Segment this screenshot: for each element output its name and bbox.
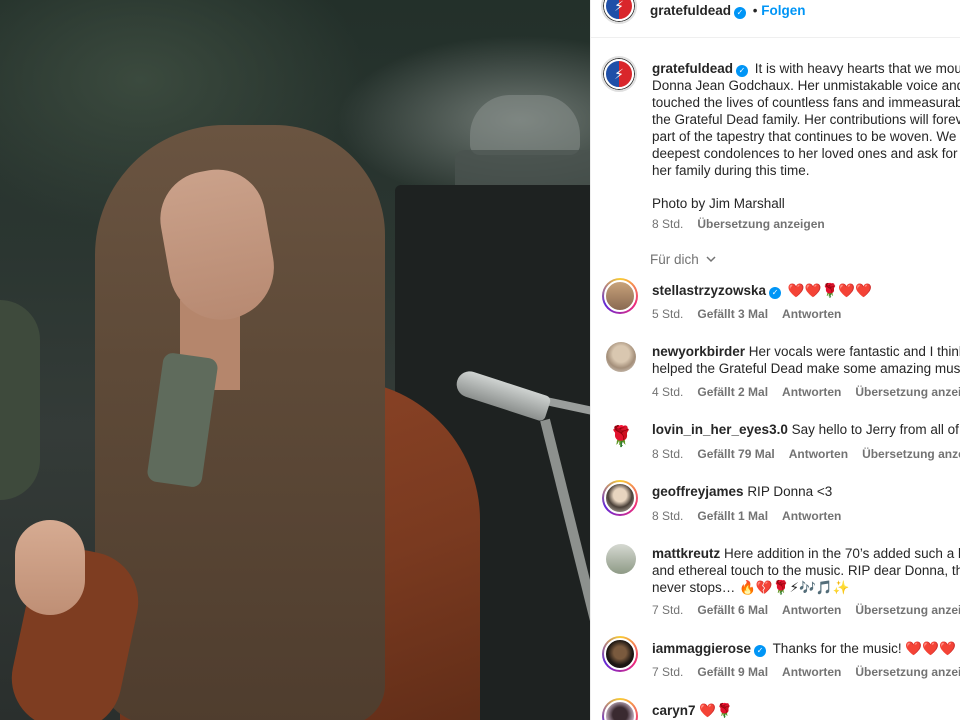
comment-body: never stops… 🔥💔🌹⚡🎶🎵✨ xyxy=(652,580,850,595)
comment-text: iammaggierose ✓ Thanks for the music! ❤️❤… xyxy=(652,640,956,657)
comment-meta: 7 Std. Gefällt 9 Mal Antworten Übersetzung … xyxy=(652,665,960,679)
chevron-down-icon xyxy=(706,256,716,263)
post-photo[interactable] xyxy=(0,0,590,720)
caption: gratefuldead ✓ It is with heavy hearts th… xyxy=(652,60,960,212)
singer-hand xyxy=(15,520,85,615)
commenter-avatar[interactable] xyxy=(602,636,638,672)
verified-badge-icon: ✓ xyxy=(769,287,782,299)
reply-button[interactable]: Antworten xyxy=(789,447,848,461)
comment-body: Her vocals were fantastic and I think xyxy=(748,344,960,359)
verified-badge-icon: ✓ xyxy=(736,65,749,77)
reply-button[interactable]: Antworten xyxy=(782,385,841,399)
author-username[interactable]: gratefuldead xyxy=(650,3,731,18)
steal-your-face-icon: ⚡ xyxy=(604,59,634,89)
commenter-avatar[interactable] xyxy=(602,698,638,720)
comment-filter-label: Für dich xyxy=(650,252,699,267)
translate-link[interactable]: Übersetzung anzeig xyxy=(862,447,960,461)
reply-button[interactable]: Antworten xyxy=(782,307,841,321)
comment-meta: 8 Std. Gefällt 79 Mal Antworten Übersetzung… xyxy=(652,447,960,461)
commenter-avatar[interactable] xyxy=(602,480,638,516)
steal-your-face-icon: ⚡ xyxy=(604,0,634,21)
caption-meta: 8 Std. Übersetzung anzeigen xyxy=(652,217,825,231)
commenter-username[interactable]: iammaggierose xyxy=(652,641,751,656)
caption-avatar[interactable]: ⚡ xyxy=(601,56,637,92)
caption-line: Donna Jean Godchaux. Her unmistakable vo… xyxy=(652,78,960,93)
caption-line: her family during this time. xyxy=(652,163,810,178)
comment-likes[interactable]: Gefällt 9 Mal xyxy=(697,665,768,679)
follow-button[interactable]: Folgen xyxy=(761,3,805,18)
comment-text: newyorkbirder Her vocals were fantastic … xyxy=(652,343,960,360)
translate-link[interactable]: Übersetzung anzeigen xyxy=(855,603,960,617)
background-lamp xyxy=(470,95,580,155)
comment-text: stellastrzyzowska ✓ ❤️❤️🌹❤️❤️ xyxy=(652,282,872,299)
avatar-image xyxy=(604,638,636,670)
reply-button[interactable]: Antworten xyxy=(782,603,841,617)
comment-body: ❤️❤️🌹❤️❤️ xyxy=(787,283,872,298)
comment-time: 7 Std. xyxy=(652,665,684,679)
comment-body: Here addition in the 70’s added such a b xyxy=(724,546,960,561)
commenter-username[interactable]: caryn7 xyxy=(652,703,696,718)
translate-link[interactable]: Übersetzung anzeigen xyxy=(855,385,960,399)
comment-body: and ethereal touch to the music. RIP dea… xyxy=(652,563,960,578)
verified-badge-icon: ✓ xyxy=(754,645,767,657)
commenter-username[interactable]: lovin_in_her_eyes3.0 xyxy=(652,422,788,437)
caption-line: It is with heavy hearts that we mour xyxy=(754,61,960,76)
comment-body: ❤️🌹 xyxy=(699,703,733,718)
avatar-image xyxy=(604,700,636,720)
caption-line: deepest condolences to her loved ones an… xyxy=(652,146,958,161)
avatar-image xyxy=(604,280,636,312)
comment-time: 8 Std. xyxy=(652,509,684,523)
comment-time: 5 Std. xyxy=(652,307,684,321)
commenter-avatar[interactable] xyxy=(606,342,636,372)
verified-badge-icon: ✓ xyxy=(734,7,747,19)
comment-likes[interactable]: Gefällt 1 Mal xyxy=(697,509,768,523)
comment-meta: 7 Std. Gefällt 6 Mal Antworten Übersetzung … xyxy=(652,603,960,617)
comment-meta: 5 Std. Gefällt 3 Mal Antworten xyxy=(652,307,855,321)
comment-text: geoffreyjames RIP Donna <3 xyxy=(652,483,832,500)
comment-body: RIP Donna <3 xyxy=(747,484,833,499)
comment-body: Say hello to Jerry from all of u xyxy=(791,422,960,437)
comment-body: Thanks for the music! ❤️❤️❤️ xyxy=(772,641,956,656)
comment-text: caryn7 ❤️🌹 xyxy=(652,702,733,719)
commenter-username[interactable]: newyorkbirder xyxy=(652,344,745,359)
comment-likes[interactable]: Gefällt 3 Mal xyxy=(697,307,768,321)
author-avatar[interactable]: ⚡ xyxy=(601,0,637,24)
caption-line: the Grateful Dead family. Her contributi… xyxy=(652,112,960,127)
commenter-username[interactable]: geoffreyjames xyxy=(652,484,744,499)
comment-time: 7 Std. xyxy=(652,603,684,617)
background-person xyxy=(0,300,40,500)
comment-meta: 4 Std. Gefällt 2 Mal Antworten Übersetzung … xyxy=(652,385,960,399)
comment-body: helped the Grateful Dead make some amazi… xyxy=(652,361,960,376)
reply-button[interactable]: Antworten xyxy=(782,665,841,679)
blue-rose-avatar[interactable]: 🌹 xyxy=(606,421,636,451)
caption-time: 8 Std. xyxy=(652,217,684,231)
commenter-username[interactable]: stellastrzyzowska xyxy=(652,283,766,298)
avatar-image xyxy=(604,482,636,514)
comment-meta: 8 Std. Gefällt 1 Mal Antworten xyxy=(652,509,855,523)
photo-credit: Photo by Jim Marshall xyxy=(652,196,785,211)
comment-likes[interactable]: Gefällt 2 Mal xyxy=(697,385,768,399)
commenter-avatar[interactable] xyxy=(606,544,636,574)
comment-time: 8 Std. xyxy=(652,447,684,461)
comment-likes[interactable]: Gefällt 79 Mal xyxy=(697,447,774,461)
comment-text: lovin_in_her_eyes3.0 Say hello to Jerry … xyxy=(652,421,960,438)
comment-filter[interactable]: Für dich xyxy=(650,252,717,267)
comment-likes[interactable]: Gefällt 6 Mal xyxy=(697,603,768,617)
comment-time: 4 Std. xyxy=(652,385,684,399)
commenter-avatar[interactable] xyxy=(602,278,638,314)
commenter-username[interactable]: mattkreutz xyxy=(652,546,720,561)
caption-line: part of the tapestry that continues to b… xyxy=(652,129,957,144)
comment-text: mattkreutz Here addition in the 70’s add… xyxy=(652,545,960,562)
translate-link[interactable]: Übersetzung anzeigen xyxy=(855,665,960,679)
reply-button[interactable]: Antworten xyxy=(782,509,841,523)
caption-line: touched the lives of countless fans and … xyxy=(652,95,960,110)
caption-username[interactable]: gratefuldead xyxy=(652,61,733,76)
post-header: ⚡ gratefuldead ✓ • Folgen xyxy=(591,0,960,38)
comments-panel: ⚡ gratefuldead ✓ • Folgen ⚡ gratefuldead ✓… xyxy=(590,0,960,720)
caption-translate-link[interactable]: Übersetzung anzeigen xyxy=(697,217,824,231)
